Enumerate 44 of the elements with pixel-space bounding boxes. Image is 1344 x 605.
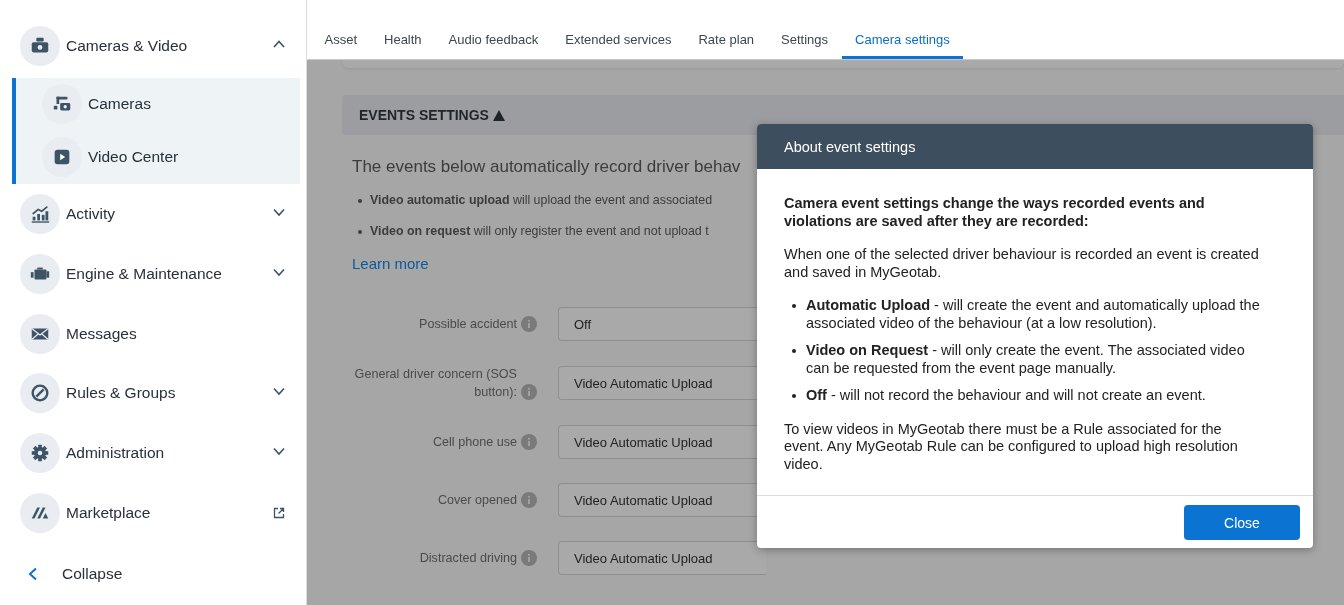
setting-label: Cover opened — [437, 492, 517, 509]
tab[interactable]: Rate plan — [684, 0, 768, 59]
dialog-title: About event settings — [757, 124, 1313, 169]
sidebar-item[interactable]: Messages — [0, 303, 306, 364]
tab[interactable]: Asset — [311, 0, 371, 59]
bullet-icon — [792, 394, 796, 398]
bullet-text: Video on request will only register the event and not upload t — [370, 224, 709, 238]
submenu-item[interactable]: Cameras — [16, 77, 300, 131]
info-icon[interactable] — [521, 434, 537, 450]
sidebar-item[interactable]: Cameras & Video — [0, 16, 306, 76]
intro-text: The events below automatically record driver behav — [352, 157, 742, 177]
sidebar-item[interactable]: Activity — [0, 183, 306, 244]
tab[interactable]: Extended services — [551, 0, 685, 59]
info-icon[interactable] — [521, 550, 537, 566]
dialog-note: To view videos in MyGeotab there must be a Rule associated for the event. Any MyGeotab Rule can be configured to upload high resolution video. — [784, 420, 1239, 473]
setting-label: Cell phone use — [432, 434, 517, 451]
info-icon[interactable] — [521, 384, 537, 400]
sidebar-item[interactable]: Engine & Maintenance — [0, 243, 306, 304]
info-icon[interactable] — [521, 492, 537, 508]
bullet-text: Video automatic upload will upload the event and associated — [370, 193, 713, 207]
submenu-item[interactable]: Video Center — [16, 130, 300, 184]
sidebar-item[interactable]: Rules & Groups — [0, 363, 306, 424]
select-field[interactable]: Video Automatic Upload — [558, 541, 766, 575]
sidebar-item[interactable]: Administration — [0, 423, 306, 484]
tab[interactable]: Audio feedback — [435, 0, 552, 59]
tab[interactable]: Settings — [767, 0, 842, 59]
sidebar-item[interactable]: Marketplace — [0, 483, 306, 543]
bullet-text: Off - will not record the behaviour and will not create an event. — [806, 387, 1206, 405]
tab[interactable]: Health — [370, 0, 436, 59]
bullet-text: Automatic Upload - will create the event and automatically upload the associated video of the behaviour (at a low resolution). — [806, 297, 1261, 332]
collapse-button[interactable]: Collapse — [0, 543, 306, 605]
setting-label: Possible accident — [419, 316, 517, 333]
external-link-icon — [272, 506, 286, 521]
bullet-icon — [792, 304, 796, 308]
bullet-icon — [358, 199, 362, 203]
dialog-paragraph: When one of the selected driver behaviour is recorded an event is created and saved in MyGeotab. — [784, 246, 1260, 281]
bullet-icon — [792, 349, 796, 353]
bullet-icon — [358, 230, 362, 234]
info-icon[interactable] — [521, 316, 537, 332]
dialog-lead-text: Camera event settings change the ways recorded events and violations are saved after they are recorded: — [784, 195, 1206, 230]
close-button[interactable]: Close — [1184, 505, 1300, 540]
setting-label: General driver concern (SOS button): — [353, 366, 517, 401]
bullet-text: Video on Request - will only create the event. The associated video can be requested from the event page manually. — [806, 342, 1246, 377]
setting-label: Distracted driving — [419, 550, 517, 567]
